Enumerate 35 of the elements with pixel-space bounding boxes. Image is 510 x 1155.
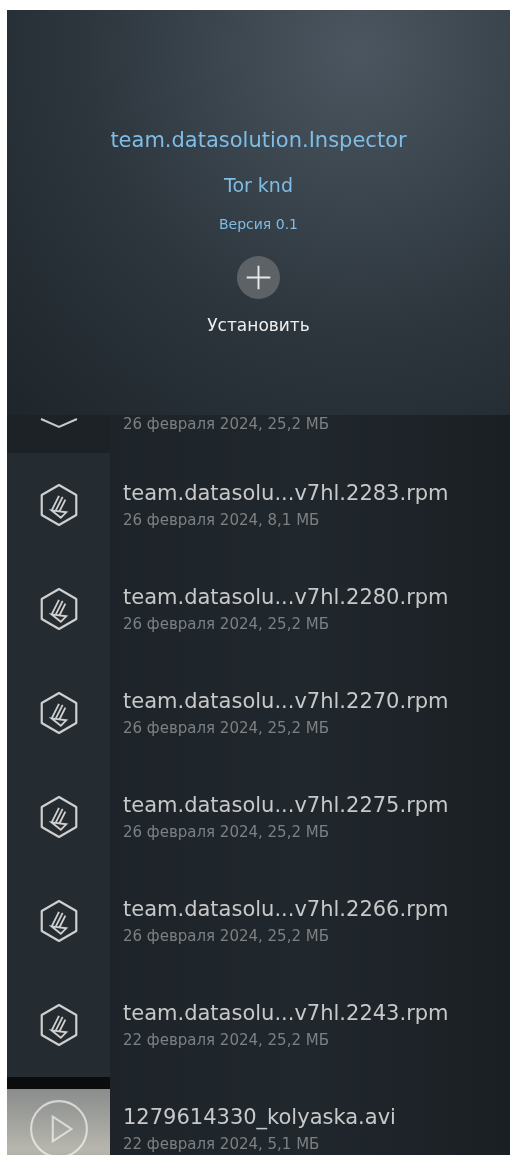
file-meta: 22 февраля 2024, 25,2 МБ bbox=[123, 1031, 330, 1049]
chevron-icon bbox=[38, 417, 79, 429]
file-name: team.datasolu...v7hl.2280.rpm bbox=[123, 585, 449, 609]
file-meta: 26 февраля 2024, 25,2 МБ bbox=[123, 615, 330, 633]
file-meta: 26 февраля 2024, 25,2 МБ bbox=[123, 823, 330, 841]
file-name: team.datasolu...v7hl.2266.rpm bbox=[123, 897, 449, 921]
hexagon-logo-icon bbox=[38, 483, 79, 527]
file-name: 1279614330_kolyaska.avi bbox=[123, 1105, 396, 1129]
package-name: team.datasolution.Inspector bbox=[110, 128, 407, 152]
app-name: Tor knd bbox=[224, 174, 293, 196]
file-name: team.datasolu...v7hl.2283.rpm bbox=[123, 481, 449, 505]
file-row[interactable]: team.datasolu...v7hl.2283.rpm 26 февраля 2024, 8,1 МБ bbox=[7, 453, 510, 557]
hexagon-logo-icon bbox=[38, 587, 79, 631]
hexagon-logo-icon bbox=[38, 899, 79, 943]
install-icon[interactable] bbox=[237, 256, 280, 299]
hexagon-logo-icon bbox=[38, 691, 79, 735]
file-row[interactable]: team.datasolu...v7hl.2275.rpm 26 февраля 2024, 25,2 МБ bbox=[7, 765, 510, 869]
file-row[interactable]: 1279614330_kolyaska.avi 22 февраля 2024, 5,1 МБ bbox=[7, 1077, 510, 1155]
file-row[interactable]: team.datasolu...v7hl.2243.rpm 22 февраля 2024, 25,2 МБ bbox=[7, 973, 510, 1077]
file-name: team.datasolu...v7hl.2275.rpm bbox=[123, 793, 449, 817]
install-button[interactable]: Установить bbox=[201, 313, 316, 337]
file-row[interactable]: team.datasolu...v7hl.2266.rpm 26 февраля 2024, 25,2 МБ bbox=[7, 869, 510, 973]
hexagon-logo-icon bbox=[38, 1003, 79, 1047]
file-name: team.datasolu...v7hl.2243.rpm bbox=[123, 1001, 449, 1025]
hexagon-logo-icon bbox=[38, 795, 79, 839]
file-meta: 26 февраля 2024, 8,1 МБ bbox=[123, 511, 321, 529]
file-meta: 26 февраля 2024, 25,2 МБ bbox=[123, 927, 330, 945]
file-meta: 26 февраля 2024, 25,2 МБ bbox=[123, 415, 329, 433]
file-meta: 26 февраля 2024, 25,2 МБ bbox=[123, 719, 330, 737]
file-name: team.datasolu...v7hl.2270.rpm bbox=[123, 689, 449, 713]
file-row[interactable]: team.datasolu...v7hl.2280.rpm 26 февраля 2024, 25,2 МБ bbox=[7, 557, 510, 661]
file-row[interactable]: team.datasolu...v7hl.2270.rpm 26 февраля 2024, 25,2 МБ bbox=[7, 661, 510, 765]
file-meta: 22 февраля 2024, 5,1 МБ bbox=[123, 1135, 321, 1153]
version-label: Версия 0.1 bbox=[218, 216, 298, 232]
play-icon bbox=[27, 1098, 90, 1155]
